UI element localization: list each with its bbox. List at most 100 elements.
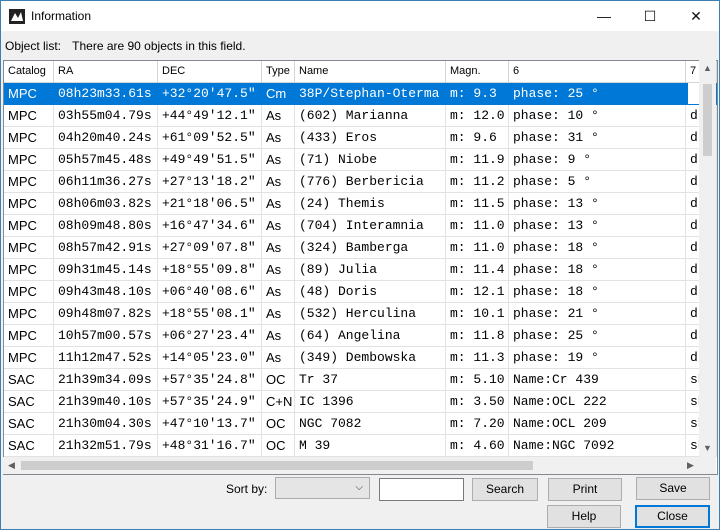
column-header-catalog[interactable]: Catalog (4, 61, 54, 82)
cell-type: As (262, 281, 295, 303)
cell-ra: 08h57m42.91s (54, 237, 158, 259)
column-header-magn[interactable]: Magn. (446, 61, 509, 82)
close-button[interactable]: Close (635, 505, 710, 528)
cell-ra: 03h55m04.79s (54, 105, 158, 127)
cell-mag: m: 12.1 (446, 281, 509, 303)
cell-type: OC (262, 435, 295, 457)
table-row[interactable]: SAC 21h32m51.79s +48°31'16.7" OC M 39 m: 4.60… (4, 435, 717, 457)
scroll-up-icon[interactable]: ▲ (699, 60, 716, 77)
table-row[interactable]: MPC 08h23m33.61s +32°20'47.5" Cm 38P/Stephan… (4, 83, 717, 105)
sort-by-select[interactable]: ⌵ (275, 477, 370, 499)
minimize-icon[interactable]: — (581, 1, 627, 31)
table-row[interactable]: MPC 10h57m00.57s +06°27'23.4" As (64) Angeli… (4, 325, 717, 347)
cell-dec: +32°20'47.5" (158, 83, 262, 105)
cell-catalog: MPC (4, 149, 54, 171)
scroll-left-icon[interactable]: ◀ (3, 457, 20, 474)
cell-c6: Name:NGC 7092 (509, 435, 686, 457)
column-header-type[interactable]: Type (262, 61, 295, 82)
objects-table[interactable]: Catalog RA DEC Type Name Magn. 6 7 MPC 08… (3, 60, 718, 475)
column-header-name[interactable]: Name (295, 61, 446, 82)
cell-ra: 05h57m45.48s (54, 149, 158, 171)
cell-c6: Name:OCL 209 (509, 413, 686, 435)
save-button[interactable]: Save (636, 477, 710, 500)
cell-dec: +57°35'24.8" (158, 369, 262, 391)
cell-dec: +18°55'08.1" (158, 303, 262, 325)
cell-mag: m: 9.6 (446, 127, 509, 149)
cell-catalog: MPC (4, 105, 54, 127)
cell-mag: m: 9.3 (446, 83, 509, 105)
vertical-scrollbar[interactable]: ▲ ▼ (699, 60, 716, 457)
print-button[interactable]: Print (548, 478, 622, 501)
cell-ra: 21h39m34.09s (54, 369, 158, 391)
cell-name: M 39 (295, 435, 446, 457)
cell-type: OC (262, 413, 295, 435)
cell-name: (704) Interamnia (295, 215, 446, 237)
cell-mag: m: 7.20 (446, 413, 509, 435)
table-row[interactable]: SAC 21h30m04.30s +47°10'13.7" OC NGC 7082 m: … (4, 413, 717, 435)
cell-mag: m: 10.1 (446, 303, 509, 325)
table-row[interactable]: MPC 08h06m03.82s +21°18'06.5" As (24) Themis… (4, 193, 717, 215)
search-input[interactable] (379, 478, 464, 501)
horizontal-scrollbar[interactable]: ◀ ▶ (3, 457, 699, 474)
cell-name: (324) Bamberga (295, 237, 446, 259)
table-row[interactable]: MPC 11h12m47.52s +14°05'23.0" As (349) Dembo… (4, 347, 717, 369)
table-row[interactable]: MPC 09h31m45.14s +18°55'09.8" As (89) Julia m… (4, 259, 717, 281)
cell-ra: 10h57m00.57s (54, 325, 158, 347)
cell-catalog: MPC (4, 259, 54, 281)
cell-mag: m: 11.5 (446, 193, 509, 215)
cell-catalog: MPC (4, 281, 54, 303)
scroll-right-icon[interactable]: ▶ (682, 457, 699, 474)
table-row[interactable]: MPC 04h20m40.24s +61°09'52.5" As (433) Eros m… (4, 127, 717, 149)
cell-c6: Name:Cr 439 (509, 369, 686, 391)
column-header-6[interactable]: 6 (509, 61, 686, 82)
cell-type: As (262, 127, 295, 149)
table-row[interactable]: MPC 03h55m04.79s +44°49'12.1" As (602) Maria… (4, 105, 717, 127)
cell-dec: +18°55'09.8" (158, 259, 262, 281)
cell-mag: m: 5.10 (446, 369, 509, 391)
vertical-scroll-thumb[interactable] (703, 84, 712, 156)
cell-catalog: MPC (4, 237, 54, 259)
table-header: Catalog RA DEC Type Name Magn. 6 7 (4, 61, 717, 83)
cell-c6: phase: 25 ° (509, 83, 686, 105)
cell-type: Cm (262, 83, 295, 105)
cell-type: As (262, 193, 295, 215)
cell-ra: 06h11m36.27s (54, 171, 158, 193)
cell-dec: +21°18'06.5" (158, 193, 262, 215)
cell-c6: phase: 21 ° (509, 303, 686, 325)
maximize-icon[interactable]: ☐ (627, 1, 673, 31)
column-header-dec[interactable]: DEC (158, 61, 262, 82)
cell-name: (433) Eros (295, 127, 446, 149)
table-row[interactable]: MPC 06h11m36.27s +27°13'18.2" As (776) Berbe… (4, 171, 717, 193)
title-bar[interactable]: Information — ☐ ✕ (1, 1, 719, 31)
cell-mag: m: 11.8 (446, 325, 509, 347)
table-row[interactable]: SAC 21h39m34.09s +57°35'24.8" OC Tr 37 m: 5.1… (4, 369, 717, 391)
table-row[interactable]: SAC 21h39m40.10s +57°35'24.9" C+N IC 1396 m: … (4, 391, 717, 413)
cell-type: As (262, 347, 295, 369)
cell-name: 38P/Stephan-Oterma (295, 83, 446, 105)
table-row[interactable]: MPC 08h09m48.80s +16°47'34.6" As (704) Inter… (4, 215, 717, 237)
object-list-label: Object list: (5, 39, 62, 53)
cell-dec: +16°47'34.6" (158, 215, 262, 237)
window-title: Information (31, 9, 92, 23)
cell-mag: m: 11.0 (446, 237, 509, 259)
cell-ra: 21h30m04.30s (54, 413, 158, 435)
cell-type: As (262, 259, 295, 281)
cell-mag: m: 11.9 (446, 149, 509, 171)
help-button[interactable]: Help (547, 505, 621, 528)
search-button[interactable]: Search (472, 478, 538, 501)
cell-name: (602) Marianna (295, 105, 446, 127)
scroll-down-icon[interactable]: ▼ (699, 440, 716, 457)
close-icon[interactable]: ✕ (673, 1, 719, 31)
cell-type: OC (262, 369, 295, 391)
table-row[interactable]: MPC 08h57m42.91s +27°09'07.8" As (324) Bambe… (4, 237, 717, 259)
horizontal-scroll-thumb[interactable] (21, 461, 533, 470)
table-row[interactable]: MPC 05h57m45.48s +49°49'51.5" As (71) Niobe m… (4, 149, 717, 171)
column-header-ra[interactable]: RA (54, 61, 158, 82)
table-row[interactable]: MPC 09h43m48.10s +06°40'08.6" As (48) Doris m… (4, 281, 717, 303)
cell-name: (89) Julia (295, 259, 446, 281)
chevron-down-icon: ⌵ (355, 482, 363, 493)
scroll-corner (699, 457, 716, 474)
cell-ra: 08h09m48.80s (54, 215, 158, 237)
cell-catalog: MPC (4, 127, 54, 149)
table-row[interactable]: MPC 09h48m07.82s +18°55'08.1" As (532) Hercu… (4, 303, 717, 325)
